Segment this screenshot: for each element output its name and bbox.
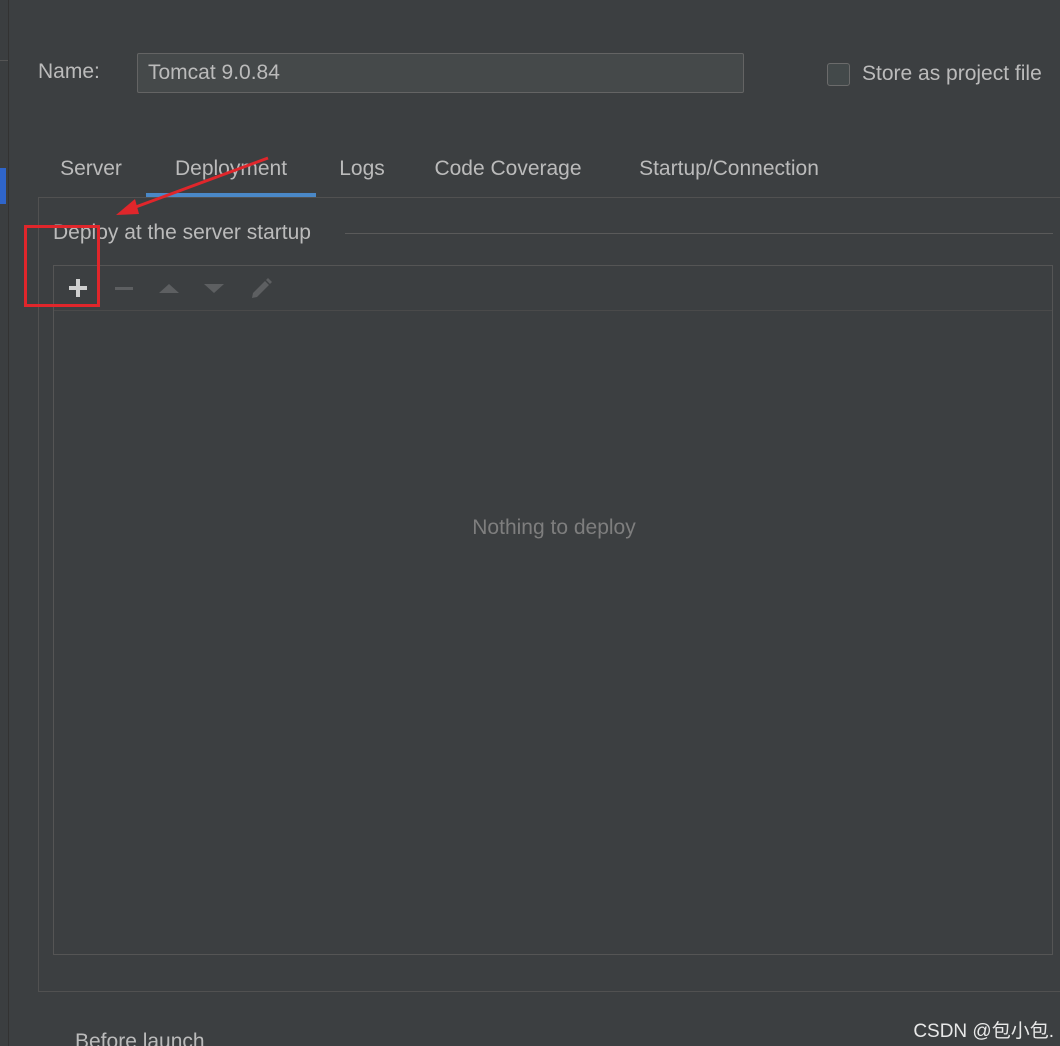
deploy-list: Nothing to deploy: [53, 265, 1053, 955]
pencil-icon: [252, 278, 272, 298]
tab-bar: Server Deployment Logs Code Coverage Sta…: [38, 140, 1060, 198]
tab-deployment[interactable]: Deployment: [146, 140, 316, 198]
arrow-up-icon: [159, 284, 179, 293]
plus-icon: [69, 279, 87, 297]
remove-button[interactable]: [104, 266, 144, 310]
selected-config-marker: [0, 168, 6, 204]
left-sidebar-edge: [0, 0, 9, 1046]
deploy-toolbar: [54, 266, 1052, 311]
watermark: CSDN @包小包.: [913, 1021, 1054, 1042]
before-launch-label: Before launch: [75, 1030, 205, 1046]
deploy-section-title: Deploy at the server startup: [53, 221, 311, 244]
arrow-down-icon: [204, 284, 224, 293]
minus-icon: [115, 287, 133, 290]
tab-server[interactable]: Server: [38, 140, 144, 198]
edit-button[interactable]: [241, 266, 281, 310]
add-button[interactable]: [58, 266, 98, 310]
run-configuration-dialog: Name: Store as project file Server Deplo…: [0, 0, 1060, 1046]
empty-state-text: Nothing to deploy: [472, 516, 636, 539]
tab-code-coverage[interactable]: Code Coverage: [414, 140, 602, 198]
store-as-project-file-checkbox[interactable]: [827, 63, 850, 86]
name-field[interactable]: [137, 53, 744, 93]
store-as-project-file-label[interactable]: Store as project file: [862, 62, 1042, 86]
tab-startup-connection[interactable]: Startup/Connection: [612, 140, 846, 198]
name-label: Name:: [38, 60, 100, 83]
move-down-button[interactable]: [194, 266, 234, 310]
tab-logs[interactable]: Logs: [324, 140, 400, 198]
section-divider: [345, 233, 1053, 234]
move-up-button[interactable]: [149, 266, 189, 310]
divider: [0, 60, 8, 61]
